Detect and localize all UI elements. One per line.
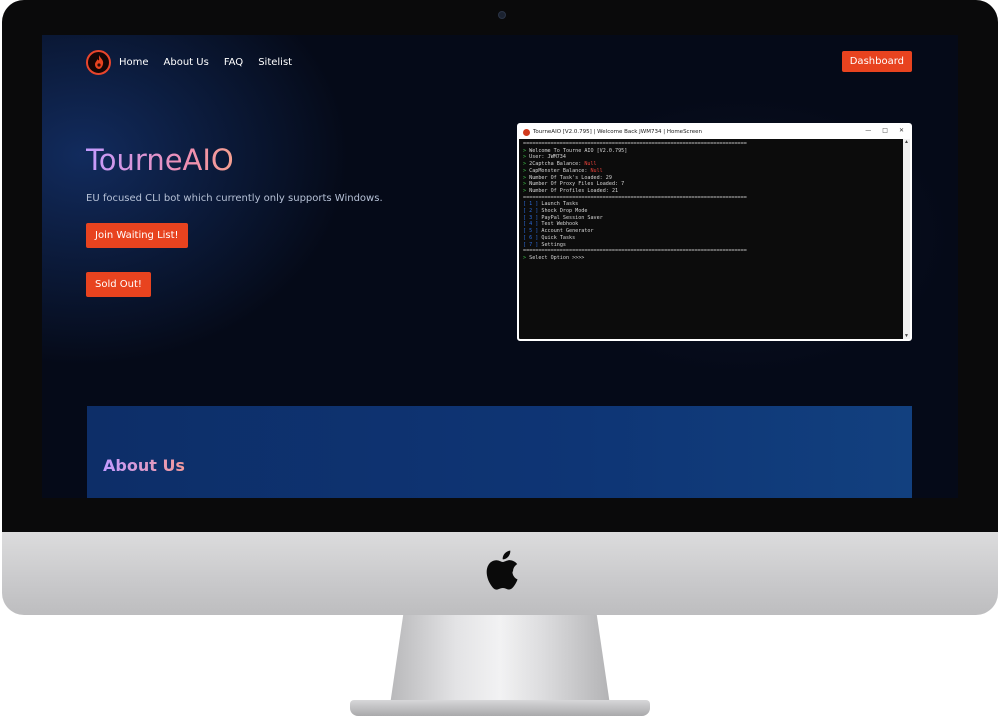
terminal-status-line: > Number Of Proxy Files Loaded: 7 [523,181,625,188]
join-waiting-list-button[interactable]: Join Waiting List! [86,223,188,248]
terminal-output: ========================================… [519,139,910,264]
camera-icon [498,11,506,19]
terminal-menu-item: [ 4 ] Test Webhook [523,221,579,228]
apple-logo-icon [486,550,518,590]
terminal-title: TourneAIO [V2.0.795] | Welcome Back JWM7… [533,129,702,135]
nav-faq-link[interactable]: FAQ [224,57,243,68]
imac-mockup: Home About Us FAQ Sitelist Dashboard Tou… [0,0,1000,720]
terminal-menu-item: [ 1 ] Launch Tasks [523,201,579,208]
scroll-up-icon: ▲ [904,139,909,145]
hero-subtitle: EU focused CLI bot which currently only … [86,193,383,204]
terminal-status-line: > CapMonster Balance: Null [523,167,603,174]
monitor-stand [390,615,610,705]
terminal-menu-item: [ 2 ] Shock Drop Mode [523,208,588,215]
hero-title: TourneAIO [86,143,234,177]
about-section: About Us [87,406,912,498]
maximize-icon: □ [882,127,888,134]
terminal-menu-item: [ 3 ] PayPal Session Saver [523,214,603,221]
flame-icon[interactable] [86,49,111,75]
about-title: About Us [103,456,185,475]
nav-about-link[interactable]: About Us [164,57,209,68]
monitor-stand-base [350,700,650,716]
terminal-status-line: > Number Of Task's Loaded: 29 [523,174,612,181]
close-icon: ✕ [898,127,904,134]
app-icon [523,128,530,136]
terminal-status-line: > 2Captcha Balance: Null [523,161,597,168]
terminal-status-line: > Welcome To Tourne AIO [V2.0.795] [523,147,628,154]
terminal-menu-item: [ 7 ] Settings [523,241,566,248]
nav-sitelist-link[interactable]: Sitelist [258,57,292,68]
navbar: Home About Us FAQ Sitelist [86,49,307,75]
terminal-menu-item: [ 5 ] Account Generator [523,228,594,235]
scroll-down-icon: ▼ [904,333,909,339]
terminal-window: TourneAIO [V2.0.795] | Welcome Back JWM7… [517,123,912,341]
terminal-separator: ========================================… [523,248,747,255]
nav-home-link[interactable]: Home [119,57,149,68]
minimize-icon: — [865,127,872,134]
dashboard-button[interactable]: Dashboard [841,51,912,72]
terminal-title-bar: TourneAIO [V2.0.795] | Welcome Back JWM7… [519,125,910,139]
terminal-status-line: > Number Of Profiles Loaded: 21 [523,187,619,194]
terminal-menu-item: [ 6 ] Quick Tasks [523,234,576,241]
terminal-separator: ========================================… [523,141,747,147]
terminal-separator: ========================================… [523,194,747,201]
terminal-prompt: > Select Option >>>> [523,254,585,261]
sold-out-button[interactable]: Sold Out! [86,272,151,297]
website-screen: Home About Us FAQ Sitelist Dashboard Tou… [42,35,958,498]
terminal-scrollbar: ▲ ▼ [903,139,910,339]
terminal-status-line: > User: JWM734 [523,154,566,161]
